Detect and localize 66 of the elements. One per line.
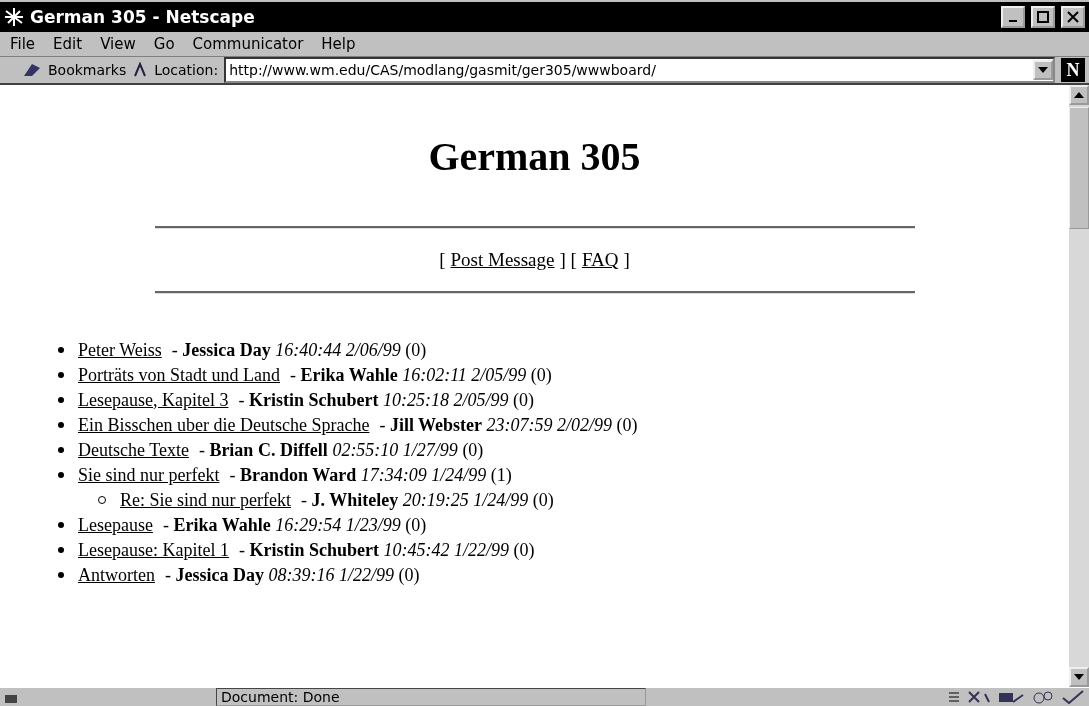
message-info: - Brian C. Diffell 02:55:10 1/27/99 (0): [198, 439, 484, 461]
message-info: - Kristin Schubert 10:45:42 1/22/99 (0): [238, 539, 535, 561]
maximize-button[interactable]: [1031, 6, 1055, 28]
message-link[interactable]: Lesepause: [78, 514, 153, 536]
bullet-icon: [58, 372, 64, 378]
dropdown-button[interactable]: [1033, 60, 1053, 80]
bookmark-icon: [22, 62, 42, 78]
message-link[interactable]: Sie sind nur perfekt: [78, 464, 220, 486]
message-link[interactable]: Peter Weiss: [78, 339, 162, 361]
status-text: Document: Done: [216, 688, 646, 706]
bookmarks-label[interactable]: Bookmarks: [48, 62, 127, 78]
nav-link[interactable]: Post Message: [450, 249, 555, 271]
message-link[interactable]: Lesepause: Kapitel 1: [78, 539, 229, 561]
message-link[interactable]: Lesepause, Kapitel 3: [78, 389, 229, 411]
window-title: German 305 - Netscape: [30, 7, 256, 27]
message-info: - Kristin Schubert 10:25:18 2/05/99 (0): [238, 389, 534, 411]
close-button[interactable]: [1061, 6, 1085, 28]
nav-link[interactable]: FAQ: [581, 249, 619, 271]
message-link[interactable]: Ein Bisschen uber die Deutsche Sprache: [78, 414, 370, 436]
menu-item[interactable]: Edit: [53, 35, 83, 53]
bracket-text: ]: [623, 249, 630, 271]
close-icon: [1067, 11, 1079, 23]
message-link[interactable]: Re: Sie sind nur perfekt: [120, 489, 291, 511]
menu-item[interactable]: View: [100, 35, 136, 53]
scroll-down-button[interactable]: [1069, 667, 1089, 687]
document-icon: [947, 690, 961, 704]
menu-item[interactable]: Communicator: [192, 35, 304, 53]
menu-item[interactable]: Help: [321, 35, 356, 53]
message-info: - Jessica Day 08:39:16 1/22/99 (0): [165, 564, 420, 586]
bullet-icon: [58, 447, 64, 453]
message-info: - Brandon Ward 17:34:09 1/24/99 (1): [229, 464, 512, 486]
message-info: - Erika Wahle 16:29:54 1/23/99 (0): [162, 514, 427, 536]
minimize-button[interactable]: [1001, 6, 1025, 28]
maximize-icon: [1037, 11, 1049, 23]
netscape-logo: N: [1061, 58, 1085, 82]
page-heading: German 305: [427, 133, 642, 180]
scrollbar[interactable]: [1069, 85, 1089, 687]
down-arrow-icon: [1074, 674, 1084, 680]
url-text: http://www.wm.edu/CAS/modlang/gasmit/ger305/wwwboard/: [229, 62, 657, 78]
message-link[interactable]: Antworten: [78, 564, 155, 586]
bracket-text: ] [: [559, 249, 577, 271]
message-link[interactable]: Deutsche Texte: [78, 439, 189, 461]
minimize-icon: [1009, 20, 1017, 22]
scroll-up-button[interactable]: [1069, 85, 1089, 105]
menu-item[interactable]: Go: [153, 35, 175, 53]
bullet-icon: [58, 397, 64, 403]
bullet-icon: [58, 472, 64, 478]
message-info: - Erika Wahle 16:02:11 2/05/99 (0): [290, 364, 552, 386]
discussion-icon[interactable]: [1031, 690, 1055, 704]
message-info: - Jill Webster 23:07:59 2/02/99 (0): [379, 414, 638, 436]
message-info: - Jessica Day 16:40:44 2/06/99 (0): [171, 339, 427, 361]
up-arrow-icon: [1074, 92, 1084, 98]
scroll-thumb[interactable]: [1069, 107, 1089, 229]
bullet-icon: [58, 422, 64, 428]
bullet-icon: [58, 547, 64, 553]
location-label: Location:: [154, 62, 219, 78]
caret-icon: [1038, 67, 1048, 73]
bullet-icon: [58, 572, 64, 578]
bullet-icon: [58, 347, 64, 353]
location-field[interactable]: http://www.wm.edu/CAS/modlang/gasmit/ger305/wwwboard/: [224, 57, 1055, 83]
message-info: - J. Whiteley 20:19:25 1/24/99 (0): [300, 489, 554, 511]
bullet-icon: [58, 522, 64, 528]
message-link[interactable]: Porträts von Stadt und Land: [78, 364, 280, 386]
menu-item[interactable]: File: [10, 35, 36, 53]
mail-icon[interactable]: [997, 690, 1025, 704]
bracket-text: [: [439, 249, 446, 271]
